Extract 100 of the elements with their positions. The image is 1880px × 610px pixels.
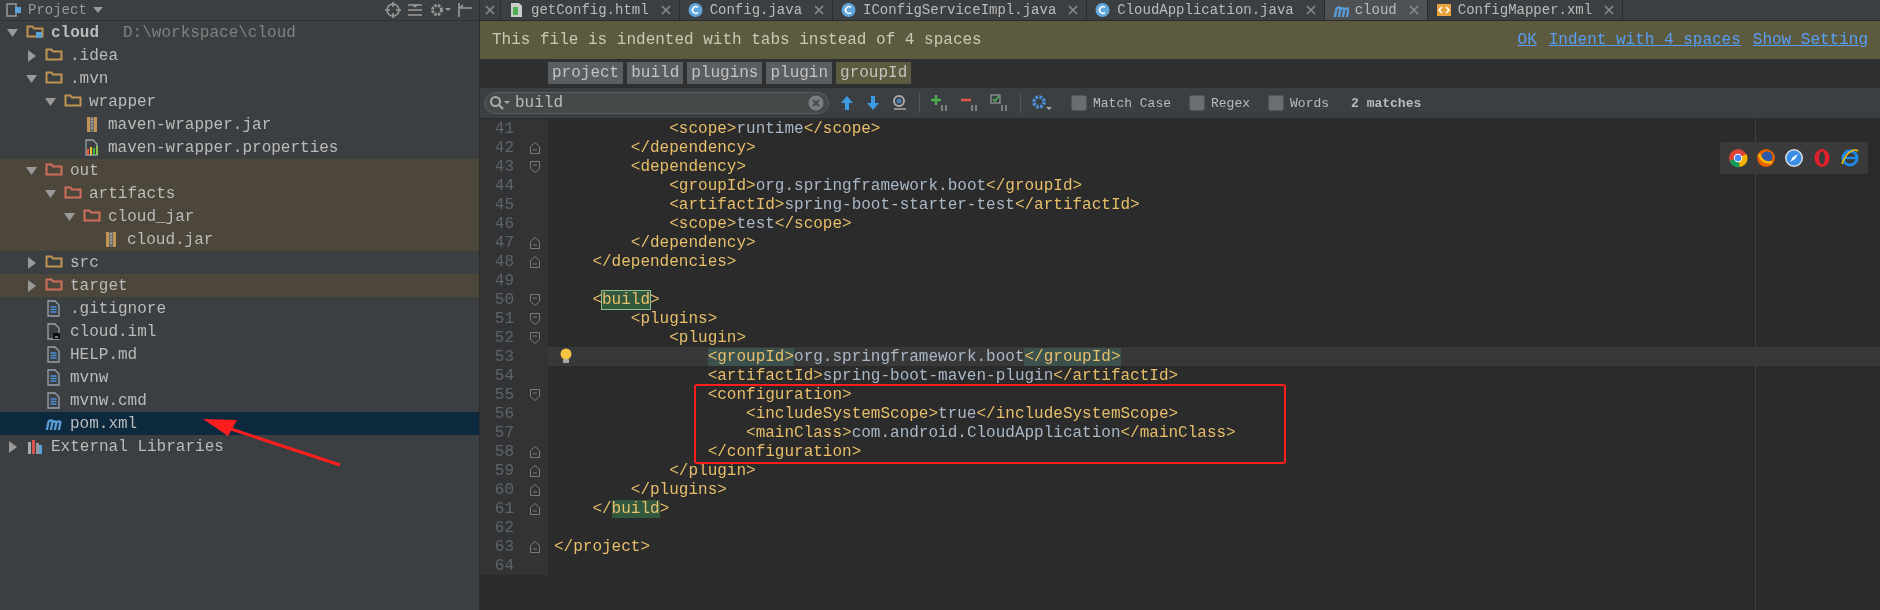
tree-row[interactable]: External Libraries — [0, 435, 479, 458]
checkbox[interactable] — [1268, 95, 1285, 111]
file-name: cloud.jar — [127, 230, 214, 249]
folder-icon — [45, 254, 63, 271]
text-file-icon — [45, 300, 63, 317]
editor-tab[interactable]: Config.java — [679, 0, 834, 20]
breadcrumb[interactable]: groupId — [836, 62, 912, 84]
editor-tab[interactable]: getConfig.html — [501, 0, 680, 20]
tree-row[interactable]: cloud_jar — [0, 205, 479, 228]
lightbulb-icon[interactable] — [560, 348, 572, 364]
fold-icon[interactable] — [530, 464, 540, 477]
fold-icon[interactable] — [530, 255, 540, 268]
tree-row[interactable]: maven-wrapper.properties — [0, 136, 479, 159]
code-line: <configuration> — [706, 385, 852, 404]
editor-tab[interactable]: IConfigServiceImpl.java — [833, 0, 1088, 20]
breadcrumb[interactable]: project — [548, 62, 624, 84]
tree-row[interactable]: cloud.iml — [0, 320, 479, 343]
browser-icon[interactable] — [1784, 148, 1804, 168]
code-line: <build> — [591, 290, 660, 309]
close-icon[interactable] — [485, 5, 495, 15]
project-icon — [6, 3, 22, 17]
checkbox-label[interactable]: Regex — [1211, 95, 1251, 111]
search-icon[interactable] — [489, 95, 511, 111]
find-icon[interactable] — [891, 94, 909, 112]
close-icon[interactable] — [814, 5, 825, 15]
editor-tab[interactable]: CloudApplication.java — [1087, 0, 1325, 20]
checkbox-label[interactable]: Words — [1290, 95, 1330, 111]
tree-row[interactable]: cloud D:\workspace\cloud — [0, 21, 479, 44]
code-line: <mainClass>com.android.CloudApplication</mainClass> — [745, 423, 1236, 442]
add-icon[interactable] — [930, 94, 950, 112]
close-icon[interactable] — [1305, 5, 1316, 15]
file-name: target — [70, 276, 128, 295]
close-icon[interactable] — [1068, 5, 1079, 15]
collapse-arrow-icon[interactable] — [44, 187, 58, 200]
fold-icon[interactable] — [530, 540, 540, 553]
file-name: cloud — [51, 23, 99, 42]
tree-row[interactable]: maven-wrapper.jar — [0, 113, 479, 136]
file-name: src — [70, 253, 99, 272]
fold-icon[interactable] — [530, 293, 540, 306]
select-all-icon[interactable] — [990, 94, 1010, 112]
code-line: <groupId>org.springframework.boot</groupId> — [668, 176, 1083, 195]
browser-icon[interactable] — [1840, 148, 1860, 168]
fold-icon[interactable] — [530, 236, 540, 249]
browser-icon[interactable] — [1756, 148, 1776, 168]
tree-row[interactable]: wrapper — [0, 90, 479, 113]
tree-row[interactable]: src — [0, 251, 479, 274]
tree-row[interactable]: .idea — [0, 44, 479, 67]
fold-icon[interactable] — [530, 312, 540, 325]
collapse-arrow-icon[interactable] — [44, 95, 58, 108]
clear-icon[interactable] — [808, 95, 824, 111]
code-line: </build> — [591, 499, 670, 518]
fold-icon[interactable] — [530, 445, 540, 458]
collapse-arrow-icon[interactable] — [6, 26, 20, 39]
checkbox-label[interactable]: Match Case — [1093, 95, 1171, 111]
file-name: HELP.md — [70, 345, 138, 364]
tree-row[interactable]: target — [0, 274, 479, 297]
fold-icon[interactable] — [530, 160, 540, 173]
path-label: D:\workspace\cloud — [123, 23, 296, 42]
editor-tab[interactable]: cloud — [1324, 0, 1428, 20]
fold-icon[interactable] — [530, 331, 540, 344]
collapse-arrow-icon[interactable] — [25, 164, 39, 177]
close-icon[interactable] — [660, 5, 671, 15]
text-file-icon — [45, 369, 63, 386]
notification-text: This file is indented with tabs instead of 4 spaces — [492, 31, 983, 49]
settings-icon[interactable] — [429, 2, 451, 18]
tree-row[interactable]: mvnw — [0, 366, 479, 389]
caret-icon[interactable] — [92, 6, 103, 14]
checkbox[interactable] — [1071, 95, 1087, 111]
browser-icon[interactable] — [1728, 148, 1748, 168]
fold-icon[interactable] — [530, 388, 540, 401]
down-arrow-icon[interactable] — [865, 95, 881, 111]
target-icon[interactable] — [385, 2, 401, 18]
folder-icon — [45, 162, 63, 179]
collapse-arrow-icon[interactable] — [63, 210, 77, 223]
search-field[interactable]: build — [484, 92, 829, 114]
code-line: <plugins> — [629, 309, 718, 328]
close-icon[interactable] — [1604, 5, 1615, 15]
editor-tab[interactable]: ConfigMapper.xml — [1427, 0, 1624, 20]
fold-icon[interactable] — [530, 141, 540, 154]
fold-icon[interactable] — [530, 483, 540, 496]
fold-icon[interactable] — [530, 502, 540, 515]
up-arrow-icon[interactable] — [839, 95, 855, 111]
search-input[interactable]: build — [515, 94, 804, 112]
tree-row[interactable]: artifacts — [0, 182, 479, 205]
breadcrumb[interactable]: build — [627, 62, 684, 84]
breadcrumb[interactable]: plugins — [687, 62, 763, 84]
breadcrumb[interactable]: plugin — [766, 62, 833, 84]
tree-row[interactable]: .mvn — [0, 67, 479, 90]
tree-row[interactable]: .gitignore — [0, 297, 479, 320]
close-icon[interactable] — [1408, 5, 1419, 15]
tree-row[interactable]: cloud.jar — [0, 228, 479, 251]
collapse-arrow-icon[interactable] — [25, 72, 39, 85]
collapse-icon[interactable] — [407, 2, 423, 18]
tree-row[interactable]: pom.xml — [0, 412, 479, 435]
tree-row[interactable]: out — [0, 159, 479, 182]
settings-icon[interactable] — [1031, 94, 1053, 112]
match-count: 2 matches — [1351, 95, 1422, 111]
tree-row[interactable]: HELP.md — [0, 343, 479, 366]
tree-row[interactable]: mvnw.cmd — [0, 389, 479, 412]
checkbox[interactable] — [1189, 95, 1205, 111]
